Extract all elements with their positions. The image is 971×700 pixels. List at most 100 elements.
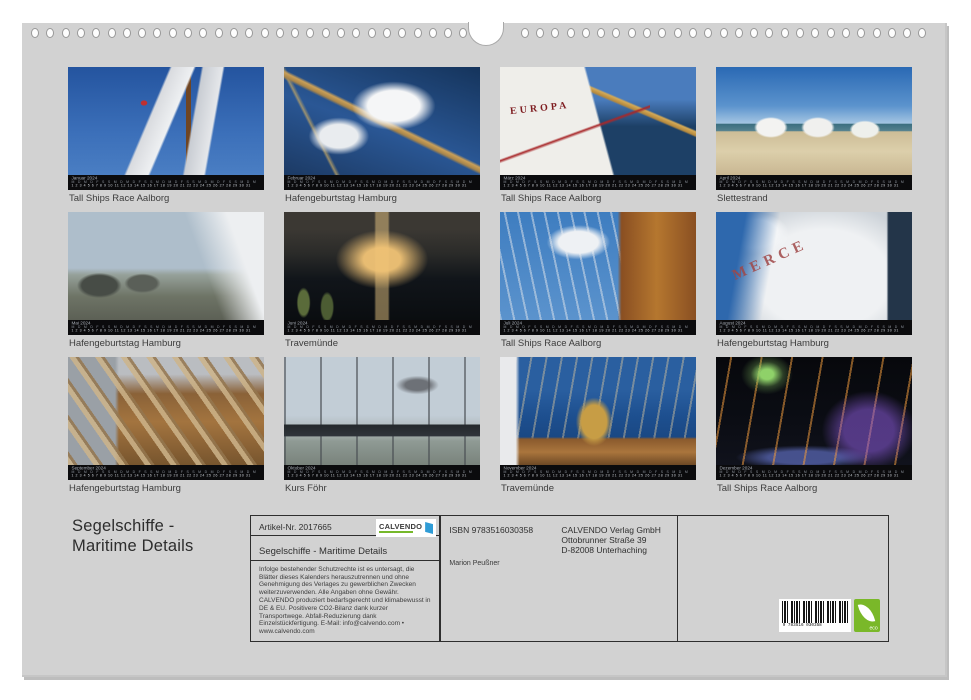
mini-calendar-strip: Oktober 2024 M D M D F S S M D M D F S S… — [284, 465, 480, 480]
thumb-caption: Travemünde — [284, 338, 480, 350]
strip-days: 1 2 3 4 5 6 7 8 9 10 11 12 13 14 15 16 1… — [719, 474, 912, 478]
photo-may — [68, 212, 264, 320]
calendar-month-tile: September 2024 M D M D F S S M D M D F S… — [68, 357, 264, 495]
binding-hole — [153, 28, 161, 38]
calendar-month-tile: Juni 2024 M D M D F S S M D M D F S S M … — [284, 212, 480, 350]
binding-hole — [689, 28, 697, 38]
photo-january — [68, 67, 264, 175]
binding-hole — [414, 28, 422, 38]
binding-hole — [108, 28, 116, 38]
barcode-cell: 9 783516 030358 eco — [677, 515, 889, 642]
strip-days: 1 2 3 4 5 6 7 8 9 10 11 12 13 14 15 16 1… — [71, 184, 264, 188]
binding-hole — [720, 28, 728, 38]
binding-hole — [674, 28, 682, 38]
publisher-line2: Ottobrunner Straße 39 — [561, 535, 661, 545]
leaf-icon — [858, 602, 875, 625]
thumb-caption: Hafengeburtstag Hamburg — [284, 193, 480, 205]
binding-hole — [169, 28, 177, 38]
thumb-caption: Slettestrand — [716, 193, 912, 205]
binding-hole — [643, 28, 651, 38]
binding-hole — [765, 28, 773, 38]
binding-hole — [368, 28, 376, 38]
strip-days: 1 2 3 4 5 6 7 8 9 10 11 12 13 14 15 16 1… — [287, 474, 480, 478]
strip-days: 1 2 3 4 5 6 7 8 9 10 11 12 13 14 15 16 1… — [71, 329, 264, 333]
binding-hole — [459, 28, 467, 38]
photo-december — [716, 357, 912, 465]
calendar-month-tile: Dezember 2024 M D M D F S S M D M D F S … — [716, 357, 912, 495]
thumb-caption: Hafengeburtstag Hamburg — [716, 338, 912, 350]
binding-hole — [398, 28, 406, 38]
thumb-caption: Kurs Föhr — [284, 483, 480, 495]
binding-hole — [521, 28, 529, 38]
mini-calendar-strip: Mai 2024 M D M D F S S M D M D F S S M D… — [68, 320, 264, 335]
thumb-caption: Tall Ships Race Aalborg — [500, 338, 696, 350]
binding-hole — [628, 28, 636, 38]
box-title-cell: Segelschiffe - Maritime Details — [250, 535, 441, 562]
barcode-digits: 9 783516 030358 — [779, 623, 851, 628]
photo-march: EUROPA — [500, 67, 696, 175]
page-title: Segelschiffe - Maritime Details — [72, 517, 193, 556]
binding-hole — [796, 28, 804, 38]
binding-hole — [77, 28, 85, 38]
isbn-cell: ISBN 9783516030358 CALVENDO Verlag GmbH … — [439, 515, 678, 642]
mini-calendar-strip: Dezember 2024 M D M D F S S M D M D F S … — [716, 465, 912, 480]
binding-hole — [903, 28, 911, 38]
binding-hole — [230, 28, 238, 38]
mini-calendar-strip: Juni 2024 M D M D F S S M D M D F S S M … — [284, 320, 480, 335]
photo-text-march: EUROPA — [510, 100, 570, 117]
binding-hole — [811, 28, 819, 38]
eco-badge: eco — [854, 599, 880, 632]
calendar-month-tile: November 2024 M D M D F S S M D M D F S … — [500, 357, 696, 495]
binding-hole — [551, 28, 559, 38]
author-name: Marion Peußner — [449, 560, 499, 567]
strip-days: 1 2 3 4 5 6 7 8 9 10 11 12 13 14 15 16 1… — [503, 329, 696, 333]
mini-calendar-strip: Februar 2024 M D M D F S S M D M D F S S… — [284, 175, 480, 190]
binding-hole — [276, 28, 284, 38]
binding-hole — [429, 28, 437, 38]
binding-hole — [62, 28, 70, 38]
binding-hole — [184, 28, 192, 38]
binding-hole — [383, 28, 391, 38]
binding-hole — [582, 28, 590, 38]
photo-october — [284, 357, 480, 465]
binding-hole — [31, 28, 39, 38]
thumb-caption: Travemünde — [500, 483, 696, 495]
mini-calendar-strip: Juli 2024 M D M D F S S M D M D F S S M … — [500, 320, 696, 335]
photo-april — [716, 67, 912, 175]
calvendo-flag-icon — [425, 522, 433, 534]
month-grid: Januar 2024 M D M D F S S M D M D F S S … — [68, 67, 912, 495]
mini-calendar-strip: April 2024 M D M D F S S M D M D F S S M… — [716, 175, 912, 190]
binding-hole — [918, 28, 926, 38]
binding-hole — [337, 28, 345, 38]
mini-calendar-strip: März 2024 M D M D F S S M D M D F S S M … — [500, 175, 696, 190]
artikel-nr: Artikel-Nr. 2017665 — [259, 522, 332, 532]
photo-november — [500, 357, 696, 465]
thumb-caption: Tall Ships Race Aalborg — [716, 483, 912, 495]
strip-days: 1 2 3 4 5 6 7 8 9 10 11 12 13 14 15 16 1… — [719, 184, 912, 188]
binding-hole — [306, 28, 314, 38]
strip-days: 1 2 3 4 5 6 7 8 9 10 11 12 13 14 15 16 1… — [287, 184, 480, 188]
isbn-text: ISBN 9783516030358 — [449, 525, 533, 535]
binding-hole — [245, 28, 253, 38]
photo-february — [284, 67, 480, 175]
info-box: Artikel-Nr. 2017665 CALVENDO Segelschiff… — [250, 515, 892, 642]
binding-hole — [567, 28, 575, 38]
binding-hole — [704, 28, 712, 38]
strip-days: 1 2 3 4 5 6 7 8 9 10 11 12 13 14 15 16 1… — [503, 184, 696, 188]
strip-days: 1 2 3 4 5 6 7 8 9 10 11 12 13 14 15 16 1… — [719, 329, 912, 333]
calvendo-logo: CALVENDO — [376, 519, 436, 537]
binding-hole — [46, 28, 54, 38]
calendar-month-tile: Februar 2024 M D M D F S S M D M D F S S… — [284, 67, 480, 205]
strip-days: 1 2 3 4 5 6 7 8 9 10 11 12 13 14 15 16 1… — [503, 474, 696, 478]
calendar-month-tile: April 2024 M D M D F S S M D M D F S S M… — [716, 67, 912, 205]
binding-hole — [291, 28, 299, 38]
strip-days: 1 2 3 4 5 6 7 8 9 10 11 12 13 14 15 16 1… — [71, 474, 264, 478]
mini-calendar-strip: September 2024 M D M D F S S M D M D F S… — [68, 465, 264, 480]
box-title: Segelschiffe - Maritime Details — [259, 546, 387, 557]
calvendo-logo-text: CALVENDO — [379, 523, 422, 530]
binding-hole — [444, 28, 452, 38]
binding-hole — [842, 28, 850, 38]
calendar-month-tile: EUROPA März 2024 M D M D F S S M D M D F… — [500, 67, 696, 205]
info-left-column: Artikel-Nr. 2017665 CALVENDO Segelschiff… — [250, 515, 441, 642]
thumb-caption: Hafengeburtstag Hamburg — [68, 338, 264, 350]
